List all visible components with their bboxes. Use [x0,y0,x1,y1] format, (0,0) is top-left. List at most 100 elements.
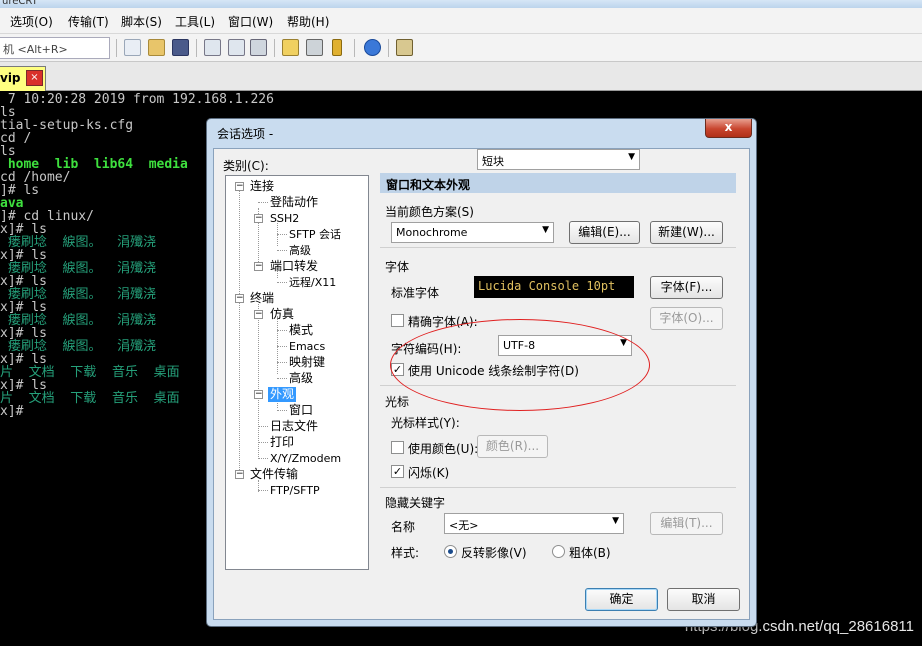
toolbar-separator [388,39,389,57]
reverse-video-label: 反转影像(V) [461,546,527,560]
key-icon[interactable] [332,39,342,56]
tree-guide-line [258,490,268,491]
paste-icon[interactable] [148,39,165,56]
precise-font-checkbox[interactable] [391,314,404,327]
chevron-down-icon: ▼ [628,152,635,162]
tree-expander[interactable]: − [254,214,263,223]
app-title-strip: ureCRT [0,0,922,8]
cursor-color-button[interactable]: 颜色(R)... [477,435,548,458]
font-button[interactable]: 字体(F)... [650,276,723,299]
keyword-edit-button[interactable]: 编辑(T)... [650,512,723,535]
menu-window[interactable]: 窗口(W) [228,13,273,30]
category-tree[interactable]: − 连接 登陆动作 − SSH2 SFTP 会话 高级 − 端口转发 远程/X1… [225,175,369,570]
menu-options[interactable]: 选项(O) [10,13,53,30]
print-screen-icon[interactable] [204,39,221,56]
session-tab-bar: vip × [0,62,922,91]
bold-label: 粗体(B) [569,546,611,560]
reverse-video-radio[interactable] [444,545,457,558]
dialog-title: 会话选项 - [217,127,274,141]
tree-guide-line [277,330,287,331]
tab-close-icon[interactable]: × [26,70,43,86]
tree-node-port-forwarding[interactable]: 端口转发 [270,259,318,274]
app-title-fragment: ureCRT [2,0,38,7]
quick-connect-input[interactable]: 机 <Alt+R> [0,37,110,59]
session-tab[interactable]: vip × [0,66,46,91]
toolbar-separator [274,39,275,57]
menu-tools[interactable]: 工具(L) [175,13,215,30]
tree-node-sftp-session[interactable]: SFTP 会话 [289,227,341,242]
tree-expander[interactable]: − [254,310,263,319]
tree-guide-line [277,410,287,411]
find-icon[interactable] [172,39,189,56]
toolbar-separator [116,39,117,57]
font-preview: Lucida Console 10pt [474,276,634,298]
session-tab-label: vip [0,71,21,85]
tree-node-ssh2-advanced[interactable]: 高级 [289,243,311,258]
close-icon[interactable]: x [705,119,752,138]
tree-guide-line [258,202,268,203]
tree-expander[interactable]: − [235,470,244,479]
tree-guide-line [277,250,287,251]
tree-node-connection[interactable]: 连接 [250,179,274,194]
menu-transfer[interactable]: 传输(T) [68,13,109,30]
menu-script[interactable]: 脚本(S) [121,13,162,30]
edit-scheme-button[interactable]: 编辑(E)... [569,221,640,244]
cursor-style-label: 光标样式(Y): [391,416,460,430]
session-options-icon[interactable] [282,39,299,56]
tree-expander[interactable]: − [235,182,244,191]
tree-guide-line [277,316,278,374]
print-selection-icon[interactable] [228,39,245,56]
tree-node-log-file[interactable]: 日志文件 [270,419,318,434]
group-divider [380,487,736,488]
precise-font-button[interactable]: 字体(O)... [650,307,723,330]
tree-node-remote-x11[interactable]: 远程/X11 [289,275,336,290]
bold-radio[interactable] [552,545,565,558]
chevron-down-icon: ▼ [542,225,549,235]
tree-guide-line [277,362,287,363]
color-scheme-value: Monochrome [396,226,468,239]
tree-node-xyzmodem[interactable]: X/Y/Zmodem [270,451,341,466]
tree-guide-line [258,442,268,443]
tree-node-appearance[interactable]: 外观 [268,387,297,402]
tree-node-modes[interactable]: 模式 [289,323,313,338]
toolbar-separator [354,39,355,57]
sftp-icon[interactable] [396,39,413,56]
section-title: 窗口和文本外观 [380,173,736,193]
tree-node-emulation-advanced[interactable]: 高级 [289,371,313,386]
keyword-name-value: <无> [449,519,479,532]
tree-node-ftp-sftp[interactable]: FTP/SFTP [270,483,320,498]
tree-node-terminal[interactable]: 终端 [250,291,274,306]
tree-node-ssh2[interactable]: SSH2 [270,211,299,226]
tree-expander[interactable]: − [235,294,244,303]
tree-guide-line [239,188,240,476]
printer-icon[interactable] [250,39,267,56]
copy-icon[interactable] [124,39,141,56]
global-options-icon[interactable] [306,39,323,56]
tree-guide-line [258,458,268,459]
tree-node-mapped-keys[interactable]: 映射键 [289,355,325,370]
tree-expander[interactable]: − [254,262,263,271]
cursor-color-checkbox[interactable] [391,441,404,454]
color-scheme-select[interactable]: Monochrome ▼ [391,222,554,243]
tree-node-login-actions[interactable]: 登陆动作 [270,195,318,210]
cancel-button[interactable]: 取消 [667,588,740,611]
cursor-blink-checkbox[interactable]: ✓ [391,465,404,478]
tree-node-emacs[interactable]: Emacs [289,339,325,354]
keyword-name-label: 名称 [391,520,416,534]
cursor-style-select[interactable]: 短块 ▼ [477,149,640,170]
tree-node-printing[interactable]: 打印 [270,435,294,450]
terminal-line: x]# [0,404,32,419]
keyword-name-select[interactable]: <无> ▼ [444,513,624,534]
terminal-line: 7 10:20:28 2019 from 192.168.1.226 [0,92,274,107]
menu-help[interactable]: 帮助(H) [287,13,329,30]
new-scheme-button[interactable]: 新建(W)... [650,221,723,244]
tree-node-emulation[interactable]: 仿真 [270,307,294,322]
normal-font-label: 标准字体 [391,286,440,300]
tree-node-window[interactable]: 窗口 [289,403,313,418]
toolbar-separator [196,39,197,57]
help-icon[interactable] [364,39,381,56]
menu-bar: 选项(O) 传输(T) 脚本(S) 工具(L) 窗口(W) 帮助(H) [0,8,922,34]
tree-node-file-transfer[interactable]: 文件传输 [250,467,298,482]
ok-button[interactable]: 确定 [585,588,658,611]
tree-expander[interactable]: − [254,390,263,399]
